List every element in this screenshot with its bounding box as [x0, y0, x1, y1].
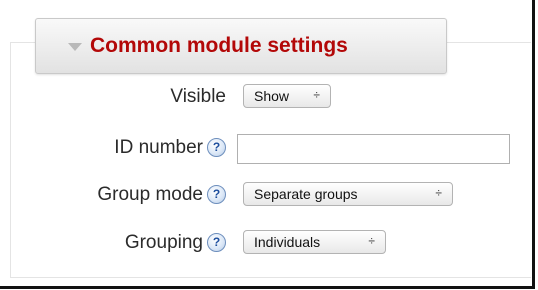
- select-arrows-icon: ÷: [313, 88, 320, 102]
- triangle-down-icon: [68, 43, 82, 51]
- id-number-label: ID number?: [114, 137, 226, 159]
- grouping-row: Grouping? Individuals ÷: [0, 228, 532, 260]
- section-title: Common module settings: [90, 34, 348, 57]
- visible-label: Visible: [170, 86, 226, 107]
- help-icon[interactable]: ?: [207, 233, 226, 252]
- group-mode-label: Group mode?: [97, 184, 226, 206]
- id-number-row: ID number?: [0, 133, 532, 165]
- section-header[interactable]: Common module settings: [35, 18, 447, 74]
- visible-row: Visible Show ÷: [0, 82, 532, 114]
- help-icon[interactable]: ?: [207, 185, 226, 204]
- help-icon[interactable]: ?: [207, 138, 226, 157]
- select-arrows-icon: ÷: [435, 186, 442, 200]
- settings-panel: Common module settings Visible Show ÷ ID…: [0, 0, 535, 289]
- select-arrows-icon: ÷: [368, 234, 375, 248]
- visible-select[interactable]: Show ÷: [243, 84, 331, 108]
- grouping-select[interactable]: Individuals ÷: [243, 230, 386, 254]
- group-mode-select[interactable]: Separate groups ÷: [243, 182, 453, 206]
- grouping-label: Grouping?: [125, 232, 226, 254]
- group-mode-row: Group mode? Separate groups ÷: [0, 180, 532, 212]
- id-number-input[interactable]: [237, 134, 510, 164]
